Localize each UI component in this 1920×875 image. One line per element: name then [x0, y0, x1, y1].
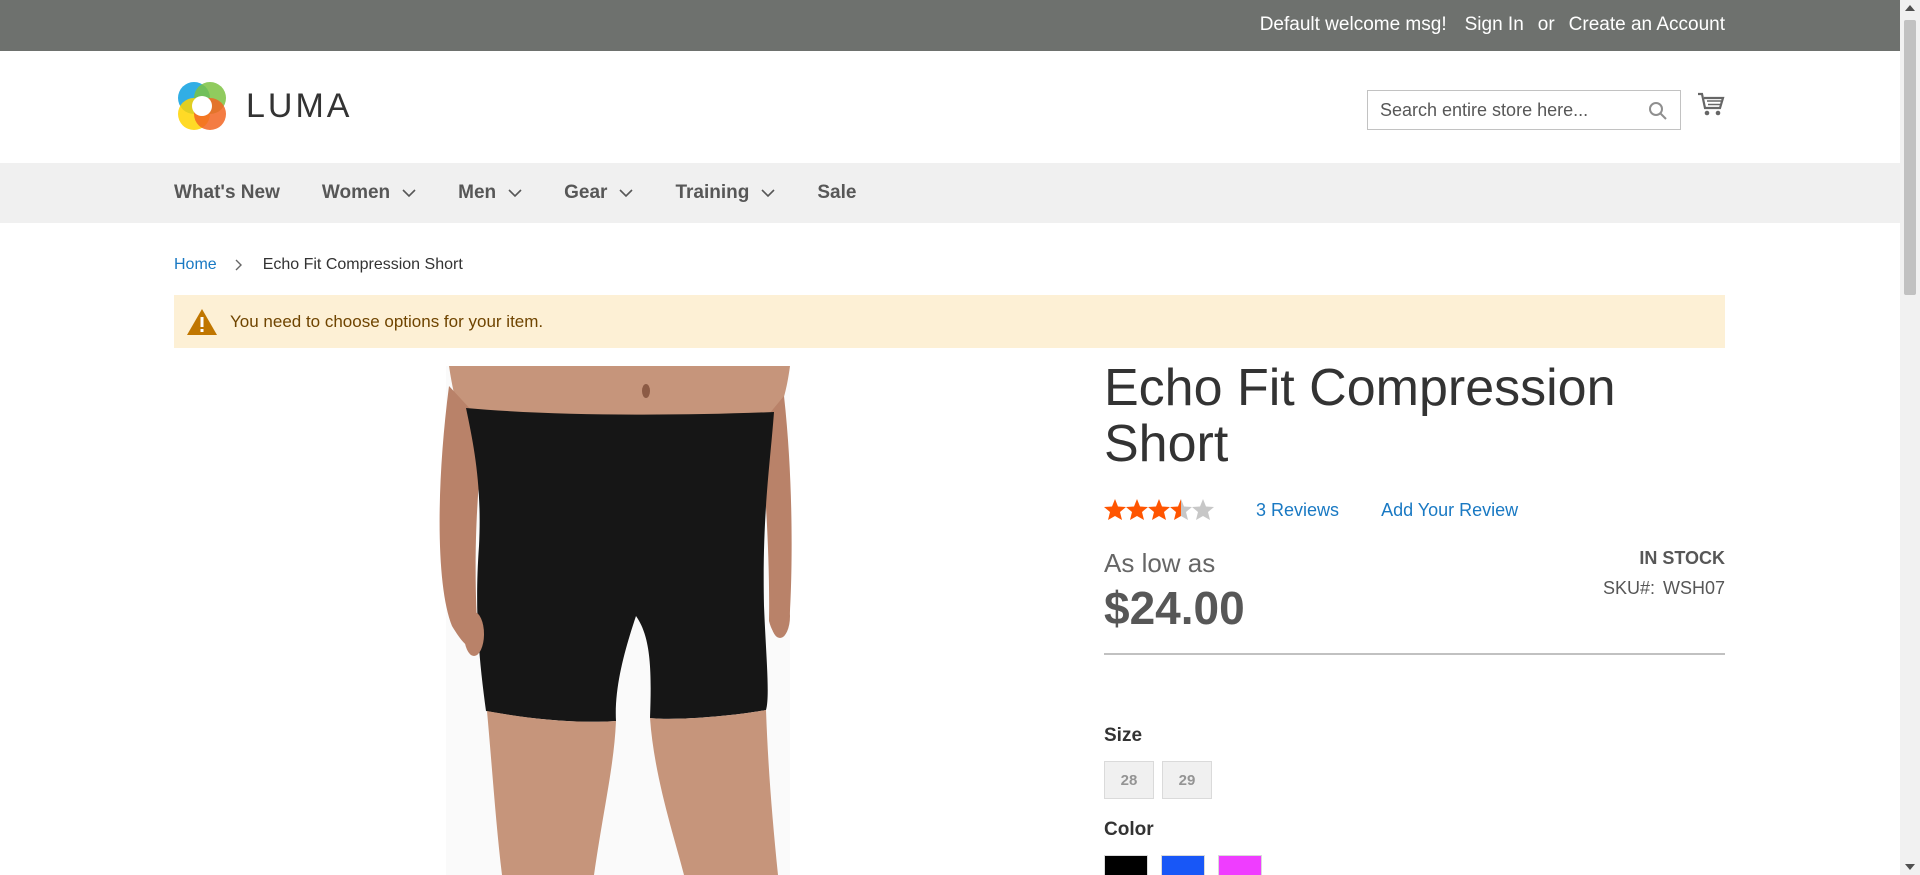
nav-item-training[interactable]: Training	[675, 182, 775, 204]
welcome-message: Default welcome msg!	[1259, 14, 1447, 35]
chevron-down-icon	[402, 188, 416, 197]
reviews-count: 3	[1256, 499, 1267, 520]
header-links: Default welcome msg! Sign In or Create a…	[1246, 14, 1725, 36]
notice-message: You need to choose options for your item…	[174, 295, 1725, 348]
chevron-right-icon	[235, 259, 242, 271]
size-label: Size	[1104, 725, 1143, 746]
size-option[interactable]: 29	[1162, 761, 1212, 799]
search-box	[1367, 90, 1681, 130]
breadcrumb-current: Echo Fit Compression Short	[262, 256, 463, 273]
nav-item-label: Sale	[817, 182, 857, 203]
nav-item-sale[interactable]: Sale	[817, 182, 856, 204]
sku: SKU#: WSH07	[1603, 578, 1725, 599]
search-icon[interactable]	[1648, 101, 1668, 126]
color-option-blue[interactable]	[1161, 855, 1205, 875]
cart-icon[interactable]	[1697, 91, 1725, 122]
star-icon	[1148, 499, 1170, 520]
nav-item-label: Gear	[564, 182, 608, 203]
divider	[1104, 653, 1725, 655]
breadcrumb-home-link[interactable]: Home	[174, 256, 217, 274]
rating-stars	[1104, 498, 1216, 522]
rating-summary: 3 Reviews Add Your Review	[1104, 498, 1725, 522]
nav-item-label: Training	[675, 182, 750, 203]
star-icon	[1126, 499, 1148, 520]
create-account-link[interactable]: Create an Account	[1569, 14, 1725, 36]
star-icon	[1104, 499, 1126, 520]
breadcrumb: Home Echo Fit Compression Short	[174, 256, 463, 274]
top-bar: Default welcome msg! Sign In or Create a…	[0, 0, 1900, 51]
sku-value: WSH07	[1662, 578, 1725, 598]
color-option-black[interactable]	[1104, 855, 1148, 875]
nav-item-women[interactable]: Women	[322, 182, 416, 204]
chevron-down-icon	[761, 188, 775, 197]
sign-in-link[interactable]: Sign In	[1465, 14, 1524, 36]
product-image[interactable]	[174, 366, 1014, 875]
reviews-label: Reviews	[1271, 499, 1340, 520]
search-input[interactable]	[1368, 91, 1638, 129]
scroll-up-icon[interactable]	[1905, 5, 1915, 11]
luma-logo-icon	[174, 78, 230, 134]
notice-text: You need to choose options for your item…	[230, 311, 544, 331]
or-text: or	[1537, 14, 1555, 35]
product-info: Echo Fit Compression Short 3 Reviews Add…	[1104, 360, 1725, 875]
scrollbar[interactable]	[1900, 0, 1920, 875]
chevron-down-icon	[619, 188, 634, 197]
color-label: Color	[1104, 819, 1154, 840]
star-icon	[1170, 499, 1192, 520]
logo[interactable]: LUMA	[174, 78, 352, 134]
size-option[interactable]: 28	[1104, 761, 1154, 799]
scrollbar-thumb[interactable]	[1904, 20, 1916, 295]
nav-item-whats-new[interactable]: What's New	[174, 182, 280, 204]
nav-item-label: Women	[321, 182, 391, 203]
star-icon	[1192, 499, 1214, 520]
product-title: Echo Fit Compression Short	[1104, 359, 1616, 473]
nav-item-label: Men	[458, 182, 497, 203]
sku-label: SKU#:	[1602, 578, 1655, 598]
price-label: As low as	[1104, 548, 1216, 578]
add-review-link[interactable]: Add Your Review	[1381, 500, 1518, 521]
size-swatches: 28 29	[1104, 761, 1725, 799]
nav-item-men[interactable]: Men	[458, 182, 522, 204]
chevron-down-icon	[508, 188, 522, 197]
site-header: LUMA	[0, 51, 1900, 163]
main-navigation: What's New Women Men Gear Training Sale	[0, 163, 1900, 223]
nav-item-label: What's New	[174, 182, 280, 203]
scroll-down-icon[interactable]	[1905, 864, 1915, 870]
stock-status: IN STOCK	[1639, 548, 1725, 568]
logo-text: LUMA	[246, 86, 353, 125]
color-option-purple[interactable]	[1218, 855, 1262, 875]
color-swatches	[1104, 855, 1725, 875]
reviews-link[interactable]: 3 Reviews	[1256, 500, 1339, 521]
warning-icon	[187, 308, 217, 335]
price-box: As low as $24.00 IN STOCK SKU#: WSH07	[1104, 548, 1725, 638]
nav-item-gear[interactable]: Gear	[564, 182, 634, 204]
